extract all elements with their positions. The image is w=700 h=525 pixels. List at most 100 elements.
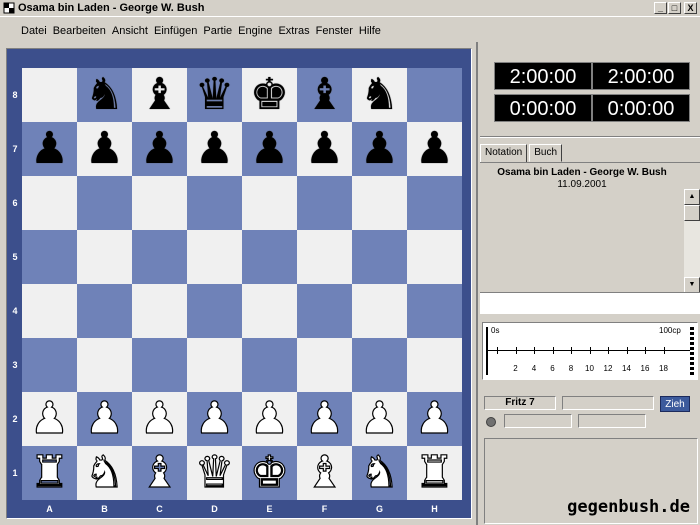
white-pawn-icon[interactable]: ♟: [194, 396, 235, 441]
black-pawn-icon[interactable]: ♟: [415, 127, 454, 171]
square-g6[interactable]: [352, 176, 407, 230]
black-pawn-icon[interactable]: ♟: [360, 127, 399, 171]
white-pawn-icon[interactable]: ♟: [139, 396, 180, 441]
square-d3[interactable]: [187, 338, 242, 392]
square-e7[interactable]: ♟: [242, 122, 297, 176]
maximize-button[interactable]: □: [668, 2, 681, 14]
white-pawn-icon[interactable]: ♟: [29, 396, 70, 441]
square-f1[interactable]: ♝: [297, 446, 352, 500]
menu-bearbeiten[interactable]: Bearbeiten: [50, 21, 109, 41]
black-bishop-icon[interactable]: ♝: [305, 73, 344, 117]
minimize-button[interactable]: _: [654, 2, 667, 14]
menu-ansicht[interactable]: Ansicht: [109, 21, 151, 41]
square-e4[interactable]: [242, 284, 297, 338]
square-d8[interactable]: ♛: [187, 68, 242, 122]
white-rook-icon[interactable]: ♜: [29, 450, 70, 495]
square-c7[interactable]: ♟: [132, 122, 187, 176]
square-e3[interactable]: [242, 338, 297, 392]
white-bishop-icon[interactable]: ♝: [139, 450, 180, 495]
black-pawn-icon[interactable]: ♟: [30, 127, 69, 171]
white-rook-icon[interactable]: ♜: [414, 450, 455, 495]
scroll-thumb[interactable]: [684, 205, 700, 221]
square-a6[interactable]: [22, 176, 77, 230]
white-pawn-icon[interactable]: ♟: [414, 396, 455, 441]
close-button[interactable]: X: [684, 2, 697, 14]
square-h6[interactable]: [407, 176, 462, 230]
white-pawn-icon[interactable]: ♟: [304, 396, 345, 441]
menu-einfuegen[interactable]: Einfügen: [151, 21, 200, 41]
square-a4[interactable]: [22, 284, 77, 338]
menu-partie[interactable]: Partie: [200, 21, 235, 41]
scroll-down-icon[interactable]: ▼: [684, 277, 700, 293]
square-g4[interactable]: [352, 284, 407, 338]
white-queen-icon[interactable]: ♛: [194, 450, 235, 495]
black-pawn-icon[interactable]: ♟: [85, 127, 124, 171]
tab-notation[interactable]: Notation: [480, 144, 528, 162]
square-a2[interactable]: ♟: [22, 392, 77, 446]
square-b6[interactable]: [77, 176, 132, 230]
square-h7[interactable]: ♟: [407, 122, 462, 176]
white-king-icon[interactable]: ♚: [249, 450, 290, 495]
black-king-icon[interactable]: ♚: [250, 73, 289, 117]
square-b8[interactable]: ♞: [77, 68, 132, 122]
white-pawn-icon[interactable]: ♟: [359, 396, 400, 441]
black-bishop-icon[interactable]: ♝: [140, 73, 179, 117]
white-knight-icon[interactable]: ♞: [84, 450, 125, 495]
square-g8[interactable]: ♞: [352, 68, 407, 122]
square-h5[interactable]: [407, 230, 462, 284]
square-h2[interactable]: ♟: [407, 392, 462, 446]
black-pawn-icon[interactable]: ♟: [140, 127, 179, 171]
menu-extras[interactable]: Extras: [275, 21, 312, 41]
menu-engine[interactable]: Engine: [235, 21, 275, 41]
square-a8[interactable]: [22, 68, 77, 122]
square-g7[interactable]: ♟: [352, 122, 407, 176]
square-a1[interactable]: ♜: [22, 446, 77, 500]
square-d7[interactable]: ♟: [187, 122, 242, 176]
black-pawn-icon[interactable]: ♟: [250, 127, 289, 171]
chess-board[interactable]: ♞ ♝ ♛ ♚ ♝ ♞ ♟ ♟ ♟ ♟ ♟ ♟ ♟ ♟ ♟ ♟ ♟ ♟ ♟ ♟ ♟ ♟ ♜ ♞ ♝ ♛ ♚ ♝ ♞ ♜: [22, 68, 462, 500]
square-b5[interactable]: [77, 230, 132, 284]
square-b4[interactable]: [77, 284, 132, 338]
square-h1[interactable]: ♜: [407, 446, 462, 500]
square-d6[interactable]: [187, 176, 242, 230]
square-a7[interactable]: ♟: [22, 122, 77, 176]
square-b7[interactable]: ♟: [77, 122, 132, 176]
square-a5[interactable]: [22, 230, 77, 284]
white-pawn-icon[interactable]: ♟: [84, 396, 125, 441]
white-knight-icon[interactable]: ♞: [359, 450, 400, 495]
square-f3[interactable]: [297, 338, 352, 392]
square-e2[interactable]: ♟: [242, 392, 297, 446]
square-c2[interactable]: ♟: [132, 392, 187, 446]
square-f6[interactable]: [297, 176, 352, 230]
square-c5[interactable]: [132, 230, 187, 284]
square-g1[interactable]: ♞: [352, 446, 407, 500]
notation-scrollbar[interactable]: ▲ ▼: [684, 189, 700, 293]
move-button[interactable]: Zieh: [660, 396, 690, 412]
square-d2[interactable]: ♟: [187, 392, 242, 446]
white-bishop-icon[interactable]: ♝: [304, 450, 345, 495]
square-b2[interactable]: ♟: [77, 392, 132, 446]
square-f4[interactable]: [297, 284, 352, 338]
tab-buch[interactable]: Buch: [529, 144, 563, 162]
square-h8[interactable]: [407, 68, 462, 122]
square-h3[interactable]: [407, 338, 462, 392]
square-f7[interactable]: ♟: [297, 122, 352, 176]
square-b3[interactable]: [77, 338, 132, 392]
square-e8[interactable]: ♚: [242, 68, 297, 122]
square-d5[interactable]: [187, 230, 242, 284]
square-g5[interactable]: [352, 230, 407, 284]
square-h4[interactable]: [407, 284, 462, 338]
engine-led-icon[interactable]: [486, 417, 496, 427]
square-e1[interactable]: ♚: [242, 446, 297, 500]
square-g3[interactable]: [352, 338, 407, 392]
square-f2[interactable]: ♟: [297, 392, 352, 446]
menu-datei[interactable]: Datei: [18, 21, 50, 41]
black-pawn-icon[interactable]: ♟: [195, 127, 234, 171]
black-knight-icon[interactable]: ♞: [360, 73, 399, 117]
square-b1[interactable]: ♞: [77, 446, 132, 500]
square-g2[interactable]: ♟: [352, 392, 407, 446]
white-pawn-icon[interactable]: ♟: [249, 396, 290, 441]
scroll-up-icon[interactable]: ▲: [684, 189, 700, 205]
black-knight-icon[interactable]: ♞: [85, 73, 124, 117]
square-e6[interactable]: [242, 176, 297, 230]
